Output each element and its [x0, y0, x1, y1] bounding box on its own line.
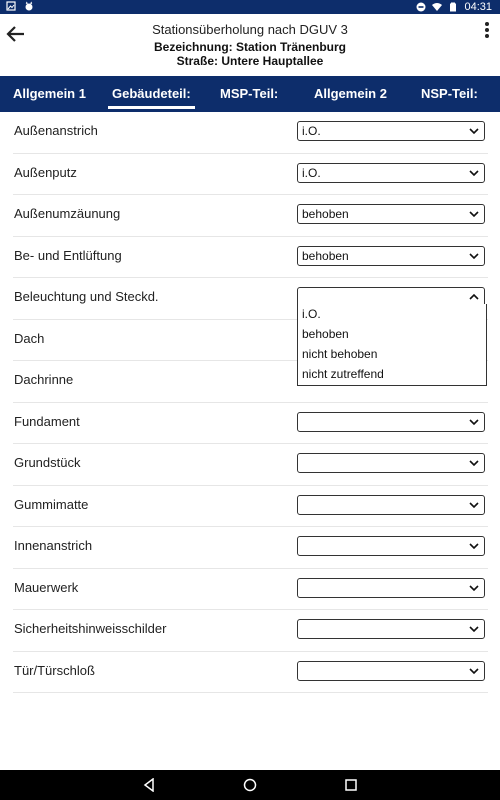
status-select[interactable]: behoben [297, 204, 485, 224]
overflow-menu-icon[interactable] [482, 20, 492, 44]
chevron-down-icon [469, 169, 479, 176]
nav-recents-icon[interactable] [344, 778, 358, 792]
row-label: Dach [14, 330, 45, 346]
nav-back-icon[interactable] [142, 778, 156, 792]
gallery-notification-icon [6, 1, 16, 11]
chevron-down-icon [469, 252, 479, 259]
row-label: Sicherheitshinweisschilder [14, 621, 167, 636]
status-select[interactable] [297, 660, 485, 681]
list-item: Sicherheitshinweisschilder [13, 610, 488, 652]
list-item: Gummimatte [13, 486, 488, 527]
status-select[interactable] [297, 411, 485, 432]
row-label: Gummimatte [14, 496, 89, 512]
chevron-down-icon [469, 460, 479, 467]
chevron-down-icon [469, 501, 479, 508]
row-label: Innenanstrich [14, 538, 93, 553]
select-value: behoben [302, 248, 349, 263]
status-select[interactable]: behoben [297, 245, 485, 266]
chevron-down-icon [469, 543, 479, 550]
status-select[interactable] [297, 494, 485, 515]
row-label: Grundstück [14, 455, 81, 470]
chevron-down-icon [469, 626, 479, 633]
row-label: Fundament [14, 413, 80, 429]
chevron-down-icon [469, 584, 479, 591]
cat-notification-icon [25, 1, 33, 11]
tab-msp-teil[interactable]: MSP-Teil: [220, 76, 278, 112]
row-label: Mauerwerk [14, 579, 79, 595]
list-item: Tür/Türschloß [13, 652, 488, 693]
chevron-up-icon [469, 293, 479, 300]
tab-bar: Allgemein 1 Gebäudeteil: MSP-Teil: Allge… [0, 76, 500, 112]
row-label: Außenumzäunung [14, 206, 121, 221]
tab-allgemein-1[interactable]: Allgemein 1 [13, 76, 86, 112]
dropdown-option-behoben[interactable]: behoben [298, 324, 486, 344]
dnd-icon [416, 2, 426, 12]
app-bar: Stationsüberholung nach DGUV 3 Bezeichnu… [0, 14, 500, 76]
list-item: Mauerwerk [13, 569, 488, 610]
list-item: Außenanstrich i.O. [13, 112, 488, 154]
station-name: Bezeichnung: Station Tränenburg [153, 40, 346, 54]
tab-gebaeudeteil[interactable]: Gebäudeteil: [108, 76, 195, 112]
list-item: Grundstück [13, 444, 488, 486]
chevron-down-icon [469, 211, 479, 218]
wifi-icon [432, 3, 443, 11]
station-street: Straße: Untere Hauptallee [176, 54, 324, 68]
dropdown-option-nicht-behoben[interactable]: nicht behoben [298, 344, 486, 364]
dropdown-menu: i.O. behoben nicht behoben nicht zutreff… [297, 304, 487, 386]
status-select[interactable] [297, 619, 485, 639]
status-select[interactable]: i.O. [297, 162, 485, 183]
chevron-down-icon [469, 128, 479, 135]
row-label: Außenanstrich [14, 123, 98, 138]
dropdown-option-io[interactable]: i.O. [298, 304, 486, 324]
list-item: Außenumzäunung behoben [13, 195, 488, 237]
status-select[interactable] [297, 453, 485, 473]
tab-nsp-teil[interactable]: NSP-Teil: [421, 76, 478, 112]
list-item: Be- und Entlüftung behoben [13, 237, 488, 278]
dropdown-option-nicht-zutreffend[interactable]: nicht zutreffend [298, 364, 486, 384]
chevron-down-icon [469, 418, 479, 425]
status-select[interactable] [297, 536, 485, 556]
status-select[interactable] [297, 577, 485, 598]
row-label: Beleuchtung und Steckd. [14, 289, 159, 304]
list-item: Außenputz i.O. [13, 154, 488, 195]
status-time: 04:31 [464, 1, 492, 13]
tab-allgemein-2[interactable]: Allgemein 2 [314, 76, 387, 112]
list-item: Fundament [13, 403, 488, 444]
select-value: behoben [302, 207, 349, 221]
inspection-list: Außenanstrich i.O. Außenputz i.O. Außenu… [0, 112, 500, 693]
status-select[interactable]: i.O. [297, 121, 485, 141]
nav-home-icon[interactable] [243, 778, 257, 792]
select-value: i.O. [302, 124, 321, 138]
system-nav-bar [0, 770, 500, 800]
row-label: Tür/Türschloß [14, 662, 95, 678]
chevron-down-icon [469, 667, 479, 674]
row-label: Dachrinne [14, 372, 74, 387]
status-bar: 04:31 [0, 0, 500, 14]
row-label: Außenputz [14, 164, 77, 180]
list-item: Innenanstrich [13, 527, 488, 569]
select-value: i.O. [302, 165, 321, 180]
page-title: Stationsüberholung nach DGUV 3 [152, 22, 348, 37]
row-label: Be- und Entlüftung [14, 247, 122, 263]
battery-icon [450, 2, 457, 12]
